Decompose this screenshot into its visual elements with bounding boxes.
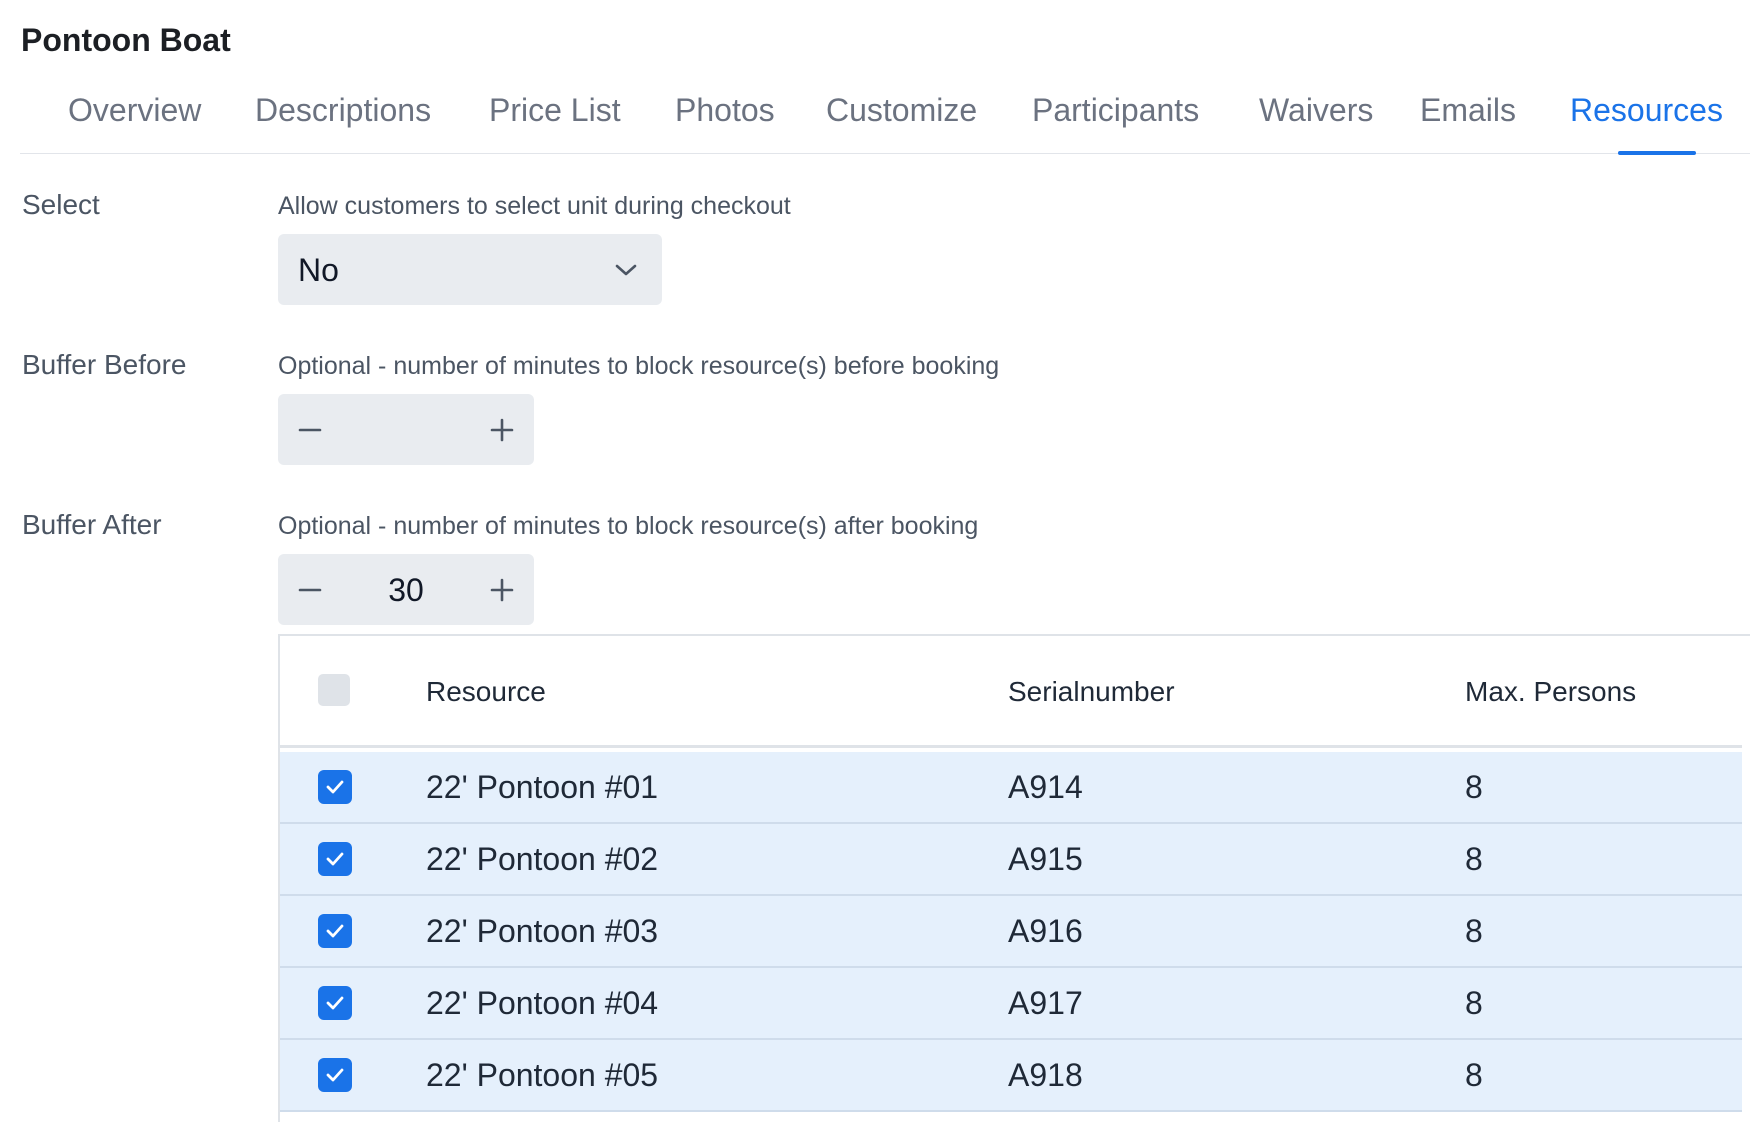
table-row[interactable]: 22' Pontoon #03 A916 8 [280,896,1742,968]
checkmark-icon [326,924,344,938]
table-row[interactable]: 22' Pontoon #01 A914 8 [280,752,1742,824]
row-checkbox[interactable] [318,1058,352,1092]
column-header-resource: Resource [426,676,546,707]
max-persons: 8 [1465,913,1483,949]
plus-icon[interactable] [482,410,522,450]
max-persons: 8 [1465,769,1483,805]
buffer-after-help-text: Optional - number of minutes to block re… [278,512,979,540]
max-persons: 8 [1465,985,1483,1021]
select-all-checkbox[interactable] [318,674,350,706]
minus-icon[interactable] [290,410,330,450]
serial-number: A915 [1008,841,1083,877]
resource-name: 22' Pontoon #05 [426,1057,659,1093]
page-title: Pontoon Boat [21,22,231,58]
max-persons: 8 [1465,841,1483,877]
checkmark-icon [326,852,344,866]
table-header: Resource Serialnumber Max. Persons [280,636,1742,748]
buffer-after-input[interactable]: 30 [338,572,474,609]
buffer-after-stepper: 30 [278,554,534,625]
select-unit-dropdown[interactable]: No [278,234,662,305]
resource-name: 22' Pontoon #04 [426,985,659,1021]
row-checkbox[interactable] [318,914,352,948]
resource-name: 22' Pontoon #01 [426,769,659,805]
tab-price-list[interactable]: Price List [489,92,621,129]
select-label: Select [22,189,100,220]
serial-number: A917 [1008,985,1083,1021]
row-checkbox[interactable] [318,986,352,1020]
chevron-down-icon [615,264,637,276]
select-help-text: Allow customers to select unit during ch… [278,192,791,220]
column-header-max-persons: Max. Persons [1465,676,1637,707]
tab-participants[interactable]: Participants [1032,92,1199,129]
select-unit-value: No [298,252,339,288]
column-header-serialnumber: Serialnumber [1008,676,1175,707]
minus-icon[interactable] [290,570,330,610]
tab-bar: Overview Descriptions Price List Photos … [20,80,1750,155]
buffer-before-stepper [278,394,534,465]
buffer-before-help-text: Optional - number of minutes to block re… [278,352,1000,380]
row-checkbox[interactable] [318,770,352,804]
active-tab-indicator [1618,151,1696,155]
buffer-after-label: Buffer After [22,509,162,540]
serial-number: A914 [1008,769,1083,805]
tab-waivers[interactable]: Waivers [1259,92,1373,129]
tab-overview[interactable]: Overview [68,92,201,129]
plus-icon[interactable] [482,570,522,610]
tab-customize[interactable]: Customize [826,92,977,129]
checkmark-icon [326,1068,344,1082]
tab-descriptions[interactable]: Descriptions [255,92,431,129]
resource-name: 22' Pontoon #03 [426,913,659,949]
resources-table: Resource Serialnumber Max. Persons 22' P… [278,634,1750,1122]
tab-emails[interactable]: Emails [1420,92,1516,129]
tab-resources[interactable]: Resources [1570,92,1723,129]
max-persons: 8 [1465,1057,1483,1093]
row-checkbox[interactable] [318,842,352,876]
table-row[interactable]: 22' Pontoon #02 A915 8 [280,824,1742,896]
tab-photos[interactable]: Photos [675,92,775,129]
serial-number: A916 [1008,913,1083,949]
resource-name: 22' Pontoon #02 [426,841,659,877]
table-row[interactable]: 22' Pontoon #05 A918 8 [280,1040,1742,1112]
checkmark-icon [326,780,344,794]
checkmark-icon [326,996,344,1010]
table-row[interactable]: 22' Pontoon #04 A917 8 [280,968,1742,1040]
buffer-before-label: Buffer Before [22,349,187,380]
serial-number: A918 [1008,1057,1083,1093]
